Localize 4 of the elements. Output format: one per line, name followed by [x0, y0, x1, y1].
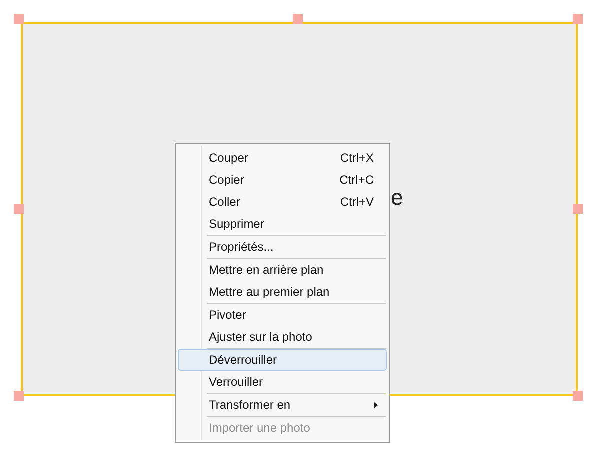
shortcut-label: Ctrl+C — [340, 172, 374, 189]
canvas-text: e — [391, 187, 404, 209]
shortcut-label: Ctrl+X — [340, 150, 374, 167]
shortcut-label: Ctrl+V — [340, 194, 374, 211]
